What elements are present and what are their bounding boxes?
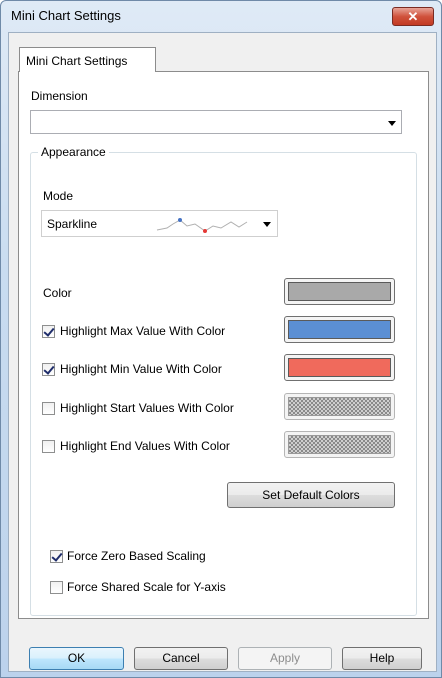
help-button[interactable]: Help bbox=[342, 647, 422, 670]
cancel-button[interactable]: Cancel bbox=[134, 647, 228, 670]
tab-label: Mini Chart Settings bbox=[26, 54, 128, 68]
highlight-max-color-picker[interactable] bbox=[284, 316, 395, 343]
chevron-down-icon bbox=[388, 121, 396, 126]
highlight-max-label: Highlight Max Value With Color bbox=[60, 324, 226, 338]
color-label: Color bbox=[43, 286, 72, 300]
tab-mini-chart-settings[interactable]: Mini Chart Settings bbox=[19, 47, 156, 72]
chevron-down-icon bbox=[263, 222, 271, 227]
close-icon: ✕ bbox=[407, 9, 419, 24]
tab-page: Dimension Appearance Mode Sparkline Colo… bbox=[18, 71, 429, 619]
shared-scale-label: Force Shared Scale for Y-axis bbox=[67, 580, 226, 594]
dimension-dropdown[interactable] bbox=[30, 110, 402, 134]
base-color-fill bbox=[288, 282, 391, 301]
highlight-end-label: Highlight End Values With Color bbox=[60, 439, 230, 453]
shared-scale-checkbox[interactable] bbox=[50, 581, 63, 594]
highlight-end-checkbox[interactable] bbox=[42, 440, 55, 453]
dialog-window: Mini Chart Settings ✕ Mini Chart Setting… bbox=[0, 0, 442, 678]
dialog-client-area: Mini Chart Settings Dimension Appearance… bbox=[8, 32, 437, 672]
highlight-end-color-picker[interactable] bbox=[284, 431, 395, 458]
window-title: Mini Chart Settings bbox=[11, 8, 121, 23]
force-zero-scaling-label: Force Zero Based Scaling bbox=[67, 549, 206, 563]
highlight-min-color-fill bbox=[288, 358, 391, 377]
title-bar[interactable]: Mini Chart Settings ✕ bbox=[1, 1, 441, 31]
close-button[interactable]: ✕ bbox=[392, 7, 434, 26]
highlight-end-color-fill bbox=[288, 435, 391, 454]
appearance-legend: Appearance bbox=[38, 145, 109, 159]
ok-button[interactable]: OK bbox=[29, 647, 124, 670]
apply-button[interactable]: Apply bbox=[238, 647, 332, 670]
set-default-colors-button[interactable]: Set Default Colors bbox=[227, 482, 395, 508]
highlight-min-label: Highlight Min Value With Color bbox=[60, 362, 222, 376]
highlight-start-color-picker[interactable] bbox=[284, 393, 395, 420]
highlight-start-checkbox[interactable] bbox=[42, 402, 55, 415]
dimension-label: Dimension bbox=[31, 89, 88, 103]
force-zero-scaling-checkbox[interactable] bbox=[50, 550, 63, 563]
base-color-picker[interactable] bbox=[284, 278, 395, 305]
sparkline-preview-icon bbox=[156, 218, 248, 233]
mode-value: Sparkline bbox=[47, 217, 98, 231]
highlight-start-label: Highlight Start Values With Color bbox=[60, 401, 234, 415]
highlight-start-color-fill bbox=[288, 397, 391, 416]
highlight-min-color-picker[interactable] bbox=[284, 354, 395, 381]
highlight-max-checkbox[interactable] bbox=[42, 325, 55, 338]
mode-label: Mode bbox=[43, 189, 74, 203]
highlight-max-color-fill bbox=[288, 320, 391, 339]
mode-dropdown[interactable]: Sparkline bbox=[41, 210, 278, 237]
highlight-min-checkbox[interactable] bbox=[42, 363, 55, 376]
